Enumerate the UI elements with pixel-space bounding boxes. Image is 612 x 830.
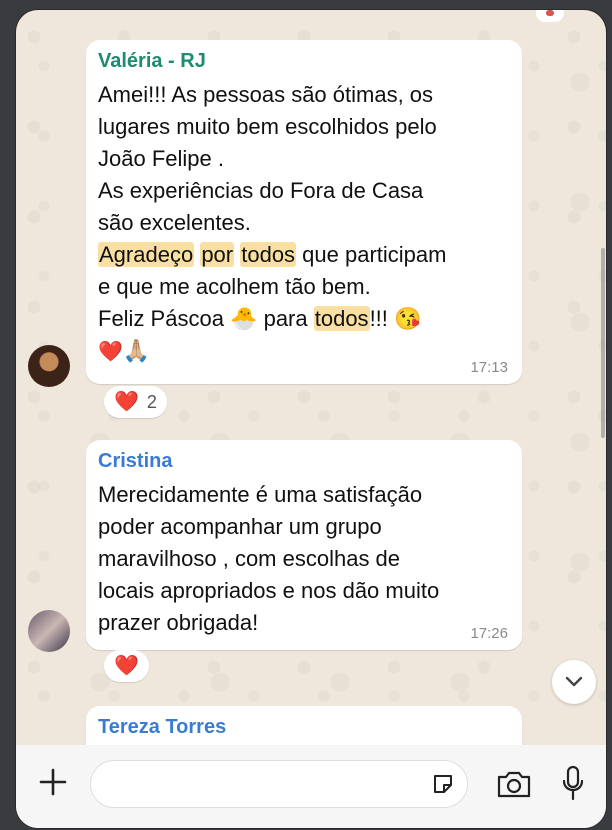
message-bubble-valeria[interactable]: Valéria - RJ Amei!!! As pessoas são ótim… — [86, 40, 522, 384]
search-highlight: todos — [313, 306, 370, 331]
plus-icon[interactable] — [38, 767, 68, 797]
message-line: poder acompanhar um grupo — [98, 514, 382, 539]
message-text: Amei!!! As pessoas são ótimas, os lugare… — [98, 79, 508, 367]
scrollbar[interactable] — [601, 248, 605, 438]
search-highlight: Agradeço — [98, 242, 195, 267]
message-fragment: !!! — [369, 306, 395, 331]
message-input[interactable] — [107, 761, 411, 809]
composer-bar — [16, 745, 606, 828]
sender-name[interactable]: Cristina — [98, 450, 508, 473]
message-line: prazer obrigada! — [98, 610, 259, 635]
sticker-icon[interactable] — [431, 772, 455, 796]
message-line-highlighted: Agradeço por todos que participam — [98, 239, 508, 271]
message-line: locais apropriados e nos dão muito — [98, 578, 440, 603]
message-text: Merecidamente é uma satisfação poder aco… — [98, 479, 508, 639]
heart-reaction-icon: ❤️ — [114, 391, 139, 413]
chat-window: Valéria - RJ Amei!!! As pessoas são ótim… — [16, 10, 606, 828]
kiss-emoji: 😘 — [394, 306, 422, 331]
avatar-valeria[interactable] — [28, 345, 70, 387]
camera-icon[interactable] — [496, 769, 532, 799]
message-line: Merecidamente é uma satisfação — [98, 482, 423, 507]
chick-emoji: 🐣 — [230, 306, 258, 331]
search-highlight: todos — [240, 242, 297, 267]
reaction-badge[interactable]: ❤️ — [104, 650, 149, 682]
chevron-down-icon — [565, 676, 583, 687]
heart-reaction-icon: ❤️ — [114, 655, 139, 677]
message-fragment: que participam — [296, 242, 447, 267]
message-timestamp: 17:26 — [470, 625, 508, 642]
message-bubble-cristina[interactable]: Cristina Merecidamente é uma satisfação … — [86, 440, 522, 650]
message-line: e que me acolhem tão bem. — [98, 274, 371, 299]
message-line: são excelentes. — [98, 210, 251, 235]
message-line: ❤️🙏🏼 — [98, 335, 508, 367]
previous-reaction[interactable] — [536, 10, 564, 22]
message-line: lugares muito bem escolhidos pelo — [98, 114, 437, 139]
message-line: Amei!!! As pessoas são ótimas, os — [98, 82, 434, 107]
heart-emoji: ❤️ — [98, 341, 123, 363]
message-line: maravilhoso , com escolhas de — [98, 546, 401, 571]
message-line: Feliz Páscoa 🐣 para todos!!! 😘 — [98, 303, 508, 335]
scroll-to-bottom-button[interactable] — [552, 660, 596, 704]
reaction-count: 2 — [146, 391, 157, 412]
message-line: João Felipe . — [98, 146, 224, 171]
search-highlight: por — [200, 242, 235, 267]
message-line: As experiências do Fora de Casa — [98, 178, 424, 203]
message-fragment: Feliz Páscoa — [98, 306, 231, 331]
message-input-field[interactable] — [90, 760, 468, 809]
message-fragment: para — [257, 306, 314, 331]
reaction-badge[interactable]: ❤️ 2 — [104, 386, 167, 418]
sender-name[interactable]: Tereza Torres — [98, 716, 508, 739]
avatar-cristina[interactable] — [28, 610, 70, 652]
praying-hands-emoji: 🙏🏼 — [122, 338, 151, 363]
sender-name[interactable]: Valéria - RJ — [98, 50, 508, 73]
microphone-icon[interactable] — [562, 765, 584, 801]
message-timestamp: 17:13 — [470, 359, 508, 376]
